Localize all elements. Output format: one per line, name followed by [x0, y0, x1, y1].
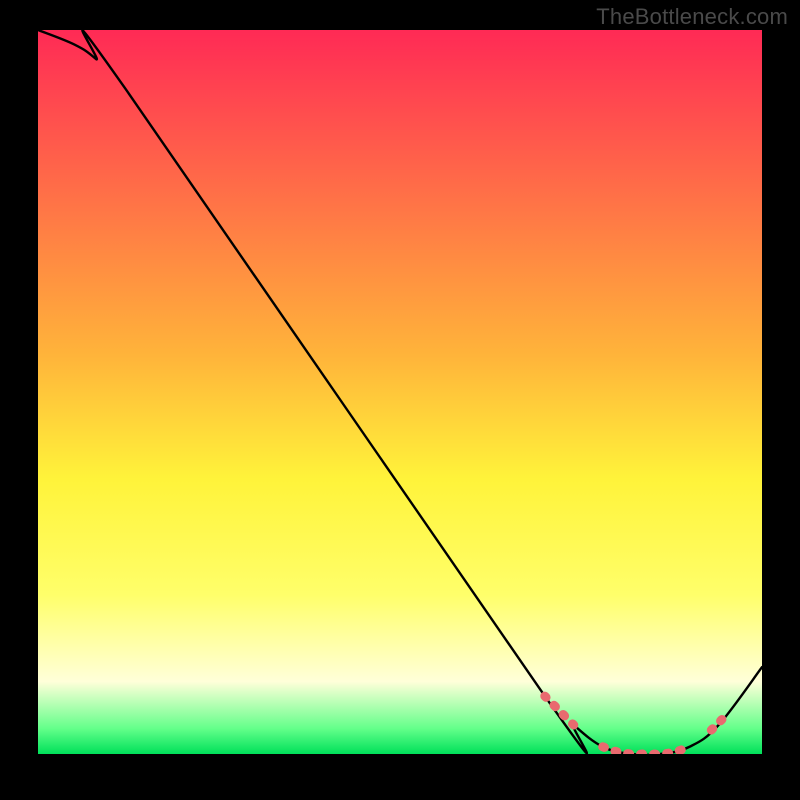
gradient-background	[38, 30, 762, 754]
chart-frame: TheBottleneck.com	[0, 0, 800, 800]
watermark-label: TheBottleneck.com	[596, 4, 788, 30]
bottleneck-plot	[38, 30, 762, 754]
